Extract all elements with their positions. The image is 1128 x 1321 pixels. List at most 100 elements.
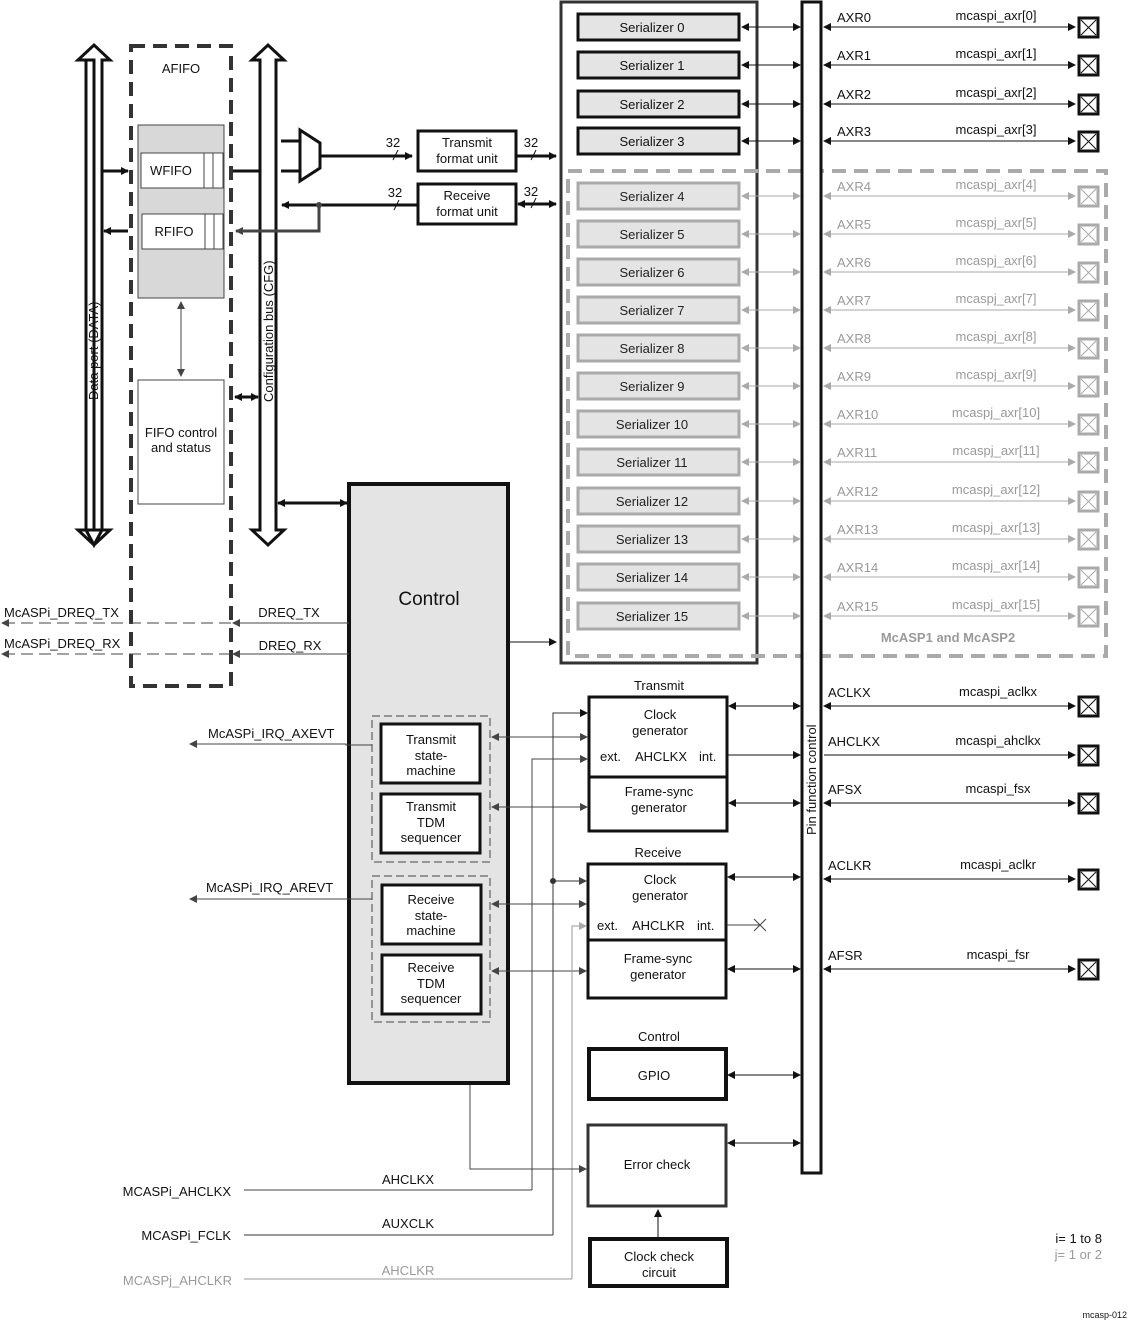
tx-out-width-label: 32 [524,135,538,150]
svg-text:generator: generator [632,723,688,738]
mux-icon [298,127,322,184]
svg-text:AHCLKX: AHCLKX [635,749,687,764]
svg-text:generator: generator [631,800,687,815]
rx-state-machine: Receive state- machine [380,883,483,946]
clock-check-label-1: Clock check [624,1249,695,1264]
pin-pad-icon [1077,792,1100,815]
serializer-label: Serializer 5 [619,227,684,242]
dreq-tx-label: DREQ_TX [258,605,320,620]
clock-signal-label: AFSX [828,782,862,797]
tfu-label-1: Transmit [442,135,492,150]
pin-pad-icon [1077,299,1100,322]
serializer-row: Serializer 14 AXR14 mcaspj_axr[14] [576,558,1100,592]
svg-text:sequencer: sequencer [401,991,462,1006]
serializer-row: Serializer 13 AXR13 mcaspj_axr[13] [576,520,1100,554]
axr-signal-label: AXR6 [837,255,871,270]
data-port-bus: Data port (DATA) [74,42,114,549]
clock-pin-row: AFSX mcaspi_fsx [823,781,1100,815]
clkin-ahclkr-ext: MCASPj_AHCLKR [123,1273,232,1288]
axr-signal-label: AXR7 [837,293,871,308]
serializer-list: Serializer 0AXR0 mcaspi_axr[0]Serializer … [576,8,1100,631]
tfu-label-2: format unit [436,151,498,166]
axr-pin-label: mcaspj_axr[6] [956,253,1037,268]
optional-group-label: McASP1 and McASP2 [881,630,1015,645]
clock-pin-row: AFSR mcaspi_fsr [823,947,1100,981]
transmit-section-label: Transmit [634,678,684,693]
axr-pin-label: mcaspj_axr[4] [956,177,1037,192]
serializer-row: Serializer 3 AXR3 mcaspi_axr[3] [576,122,1100,156]
svg-text:int.: int. [697,918,714,933]
svg-text:state-: state- [415,908,448,923]
fifo-control-label-1: FIFO control [145,425,217,440]
serializer-row: Serializer 4 AXR4 mcaspj_axr[4] [576,177,1100,211]
svg-text:Receive: Receive [408,892,455,907]
svg-text:Clock: Clock [644,707,677,722]
rfu-label-1: Receive [444,188,491,203]
pin-pad-icon [1077,695,1100,718]
pin-pad-icon [1077,744,1100,767]
clock-pin-list: ACLKX mcaspi_aclkx AHCLKX mcaspi_ahclkx AFSX… [823,684,1100,981]
axr-signal-label: AXR4 [837,179,871,194]
fifo-memory-block [137,124,225,299]
clock-pin-row: AHCLKX mcaspi_ahclkx [824,733,1100,767]
pin-pad-icon [1077,566,1100,589]
pin-pad-icon [1077,605,1100,628]
pin-pad-icon [1077,93,1100,116]
rx-out-width-label: 32 [524,184,538,199]
axr-signal-label: AXR3 [837,124,871,139]
axr-pin-label: mcaspi_axr[3] [956,122,1037,137]
error-check-label: Error check [624,1157,691,1172]
serializer-label: Serializer 2 [619,97,684,112]
axr-signal-label: AXR12 [837,484,878,499]
serializer-label: Serializer 6 [619,265,684,280]
svg-text:ext.: ext. [597,918,618,933]
rx-tdm-sequencer: Receive TDM sequencer [380,953,483,1016]
tx-state-machine: Transmit state- machine [379,722,482,785]
mcasp-block-diagram: Data port (DATA) Configuration bus (CFG)… [1,0,1127,1320]
pin-pad-icon [1077,413,1100,436]
axr-pin-label: mcaspj_axr[13] [952,520,1040,535]
axr-signal-label: AXR10 [837,407,878,422]
serializer-label: Serializer 4 [619,189,684,204]
clock-pin-row: ACLKR mcaspi_aclkr [823,857,1100,891]
legend-j-range: j= 1 or 2 [1054,1247,1102,1262]
axr-pin-label: mcaspj_axr[12] [952,482,1040,497]
axr-signal-label: AXR8 [837,331,871,346]
gpio-section-label: Control [638,1029,680,1044]
axr-pin-label: mcaspi_axr[2] [956,85,1037,100]
serializer-row: Serializer 2 AXR2 mcaspi_axr[2] [576,85,1100,119]
svg-text:Transmit: Transmit [406,799,456,814]
config-bus-label: Configuration bus (CFG) [261,260,276,402]
figure-id: mcasp-012 [1082,1310,1127,1320]
axr-signal-label: AXR14 [837,560,878,575]
tx-tdm-sequencer: Transmit TDM sequencer [379,792,482,855]
axr-signal-label: AXR15 [837,599,878,614]
serializer-row: Serializer 15 AXR15 mcaspj_axr[15] [576,597,1100,631]
axr-pin-label: mcaspj_axr[11] [952,443,1039,458]
pin-pad-icon [1077,16,1100,39]
pin-pad-icon [1077,261,1100,284]
serializer-label: Serializer 10 [616,417,688,432]
axr-signal-label: AXR5 [837,217,871,232]
rx-width-label: 32 [388,185,402,200]
gpio-label: GPIO [638,1068,671,1083]
clock-pin-label: mcaspi_aclkr [960,857,1037,872]
afifo-title: AFIFO [162,61,200,76]
serializer-row: Serializer 12 AXR12 mcaspj_axr[12] [576,482,1100,516]
serializer-label: Serializer 3 [619,134,684,149]
fifo-control-label-2: and status [151,440,211,455]
serializer-label: Serializer 8 [619,341,684,356]
clock-pin-row: ACLKX mcaspi_aclkx [823,684,1100,718]
serializer-label: Serializer 7 [619,303,684,318]
axr-signal-label: AXR0 [837,10,871,25]
pin-pad-icon [1077,958,1100,981]
clkin-ahclkr-int: AHCLKR [382,1263,435,1278]
irq-axevt-label: McASPi_IRQ_AXEVT [208,726,334,741]
serializer-label: Serializer 11 [616,455,687,470]
pin-pad-icon [1077,490,1100,513]
svg-text:generator: generator [632,888,688,903]
axr-signal-label: AXR1 [837,48,871,63]
clock-pin-label: mcaspi_fsx [965,781,1031,796]
svg-text:ext.: ext. [600,749,621,764]
svg-text:Frame-sync: Frame-sync [624,951,693,966]
